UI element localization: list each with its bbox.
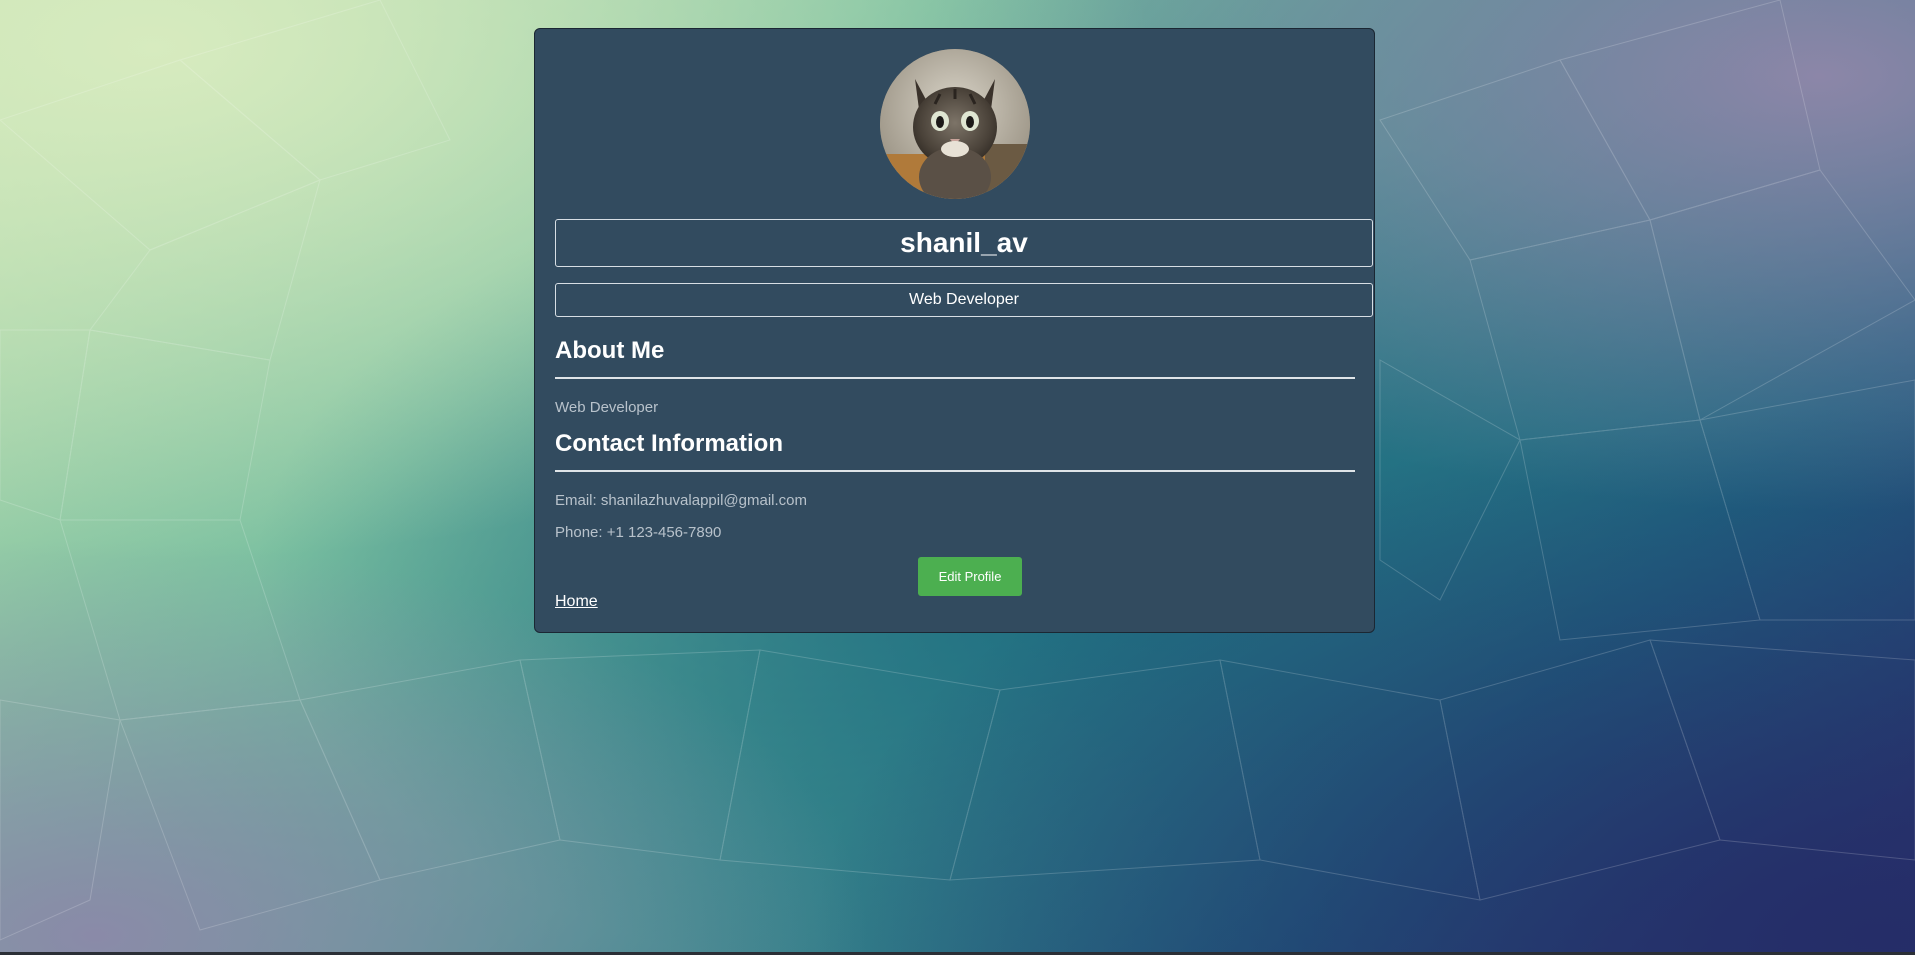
username-field: shanil_av xyxy=(555,219,1373,267)
about-me-heading: About Me xyxy=(555,337,665,364)
home-link[interactable]: Home xyxy=(555,593,598,611)
edit-profile-button[interactable]: Edit Profile xyxy=(918,557,1022,596)
about-me-divider xyxy=(555,377,1355,379)
cat-photo-icon xyxy=(880,49,1030,199)
contact-email: Email: shanilazhuvalappil@gmail.com xyxy=(555,492,808,509)
job-title-field: Web Developer xyxy=(555,283,1373,317)
about-me-text: Web Developer xyxy=(555,399,659,416)
profile-avatar xyxy=(880,49,1030,199)
contact-information-heading: Contact Information xyxy=(555,430,783,457)
contact-phone: Phone: +1 123-456-7890 xyxy=(555,524,722,541)
contact-information-divider xyxy=(555,470,1355,472)
profile-card: shanil_av Web Developer About Me Web Dev… xyxy=(534,28,1375,633)
